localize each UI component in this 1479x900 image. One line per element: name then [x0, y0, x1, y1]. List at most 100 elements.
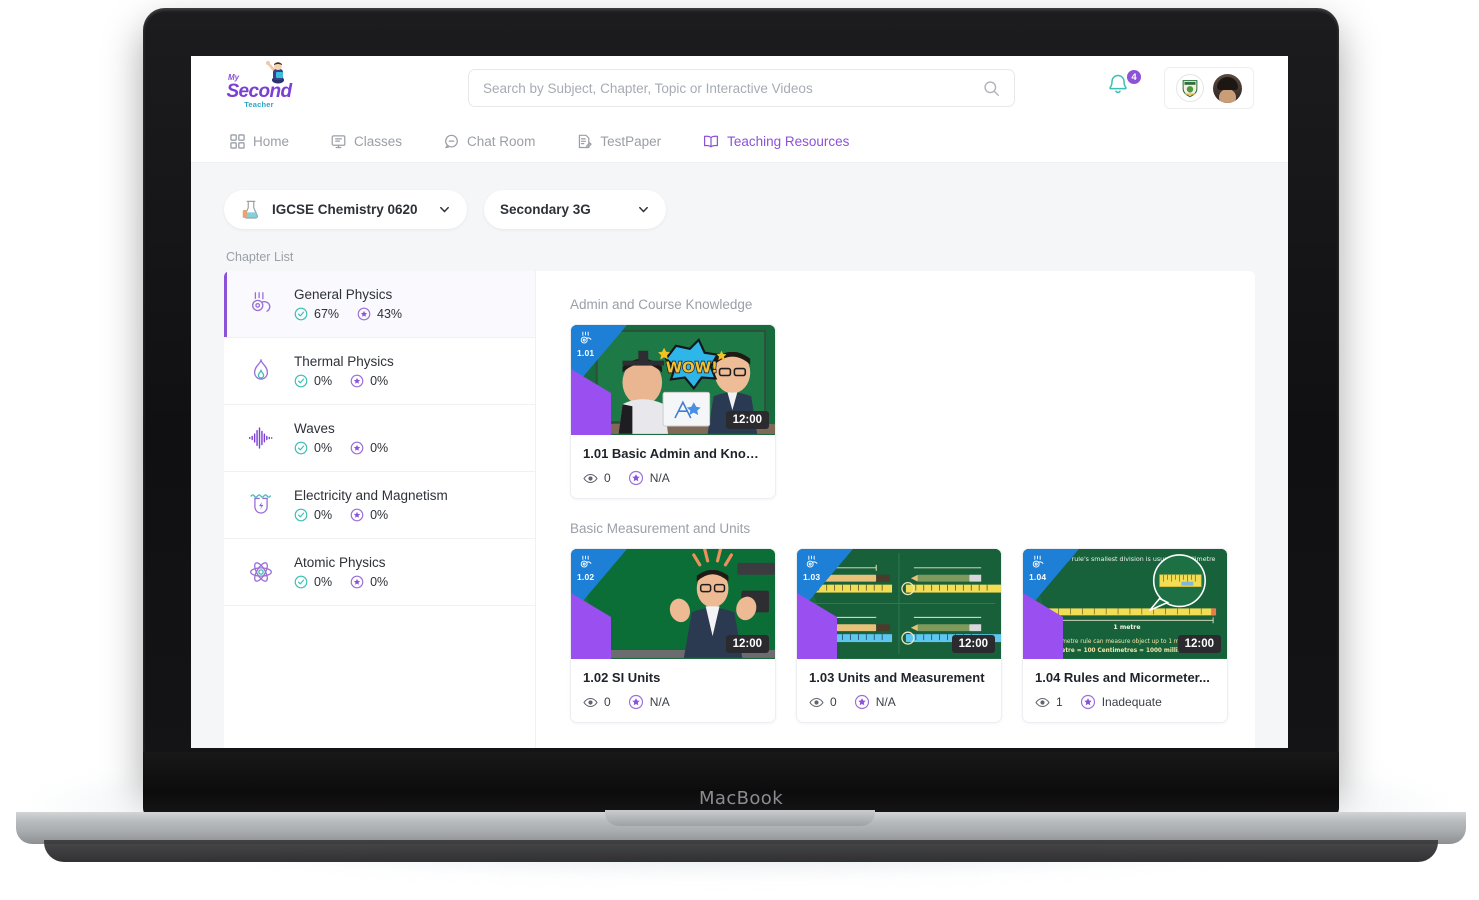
rating-stat: N/A — [628, 470, 670, 486]
thumb-badge-number: 1.02 — [577, 572, 594, 582]
sidebar-item-thermal-physics[interactable]: Thermal Physics 0% — [224, 338, 535, 405]
rating-value: 43% — [377, 307, 402, 321]
views-value: 0 — [830, 695, 837, 709]
check-circle-icon — [294, 508, 308, 522]
rating-stat: 0% — [350, 575, 388, 589]
chevron-down-icon[interactable] — [637, 203, 650, 216]
sidebar-item-general-physics[interactable]: General Physics 67% — [224, 271, 535, 338]
thumb-corner-purple — [1023, 593, 1063, 659]
group-title-admin: Admin and Course Knowledge — [570, 297, 1231, 312]
resources-panel: Admin and Course Knowledge — [535, 271, 1255, 748]
thumb-corner-purple — [797, 593, 837, 659]
card-info: 1.02 SI Units 0 — [571, 659, 775, 722]
chat-bubble-icon — [444, 134, 459, 149]
rating-value: 0% — [370, 575, 388, 589]
filter-row: IGCSE Chemistry 0620 Secondary 3G — [224, 163, 1255, 229]
logo-text-second: Second — [226, 82, 291, 101]
card-meta: 0 N/A — [809, 694, 989, 710]
logo-text-teacher: Teacher — [244, 101, 274, 109]
rating-value: N/A — [650, 471, 670, 485]
search-icon[interactable] — [983, 80, 1000, 97]
completion-value: 0% — [314, 441, 332, 455]
subject-selector[interactable]: IGCSE Chemistry 0620 — [224, 190, 467, 229]
card-info: 1.04 Rules and Micormeter... 1 — [1023, 659, 1227, 722]
views-value: 0 — [604, 471, 611, 485]
grade-selector[interactable]: Secondary 3G — [484, 190, 666, 229]
macbook-wordmark: MacBook — [143, 788, 1339, 809]
app-logo[interactable]: My Second Teacher — [224, 62, 294, 108]
video-card[interactable]: 1.03 12:00 1.03 Units and Measurement — [796, 548, 1002, 723]
book-open-icon — [703, 134, 719, 149]
completion-stat: 67% — [294, 307, 339, 321]
laptop-notch — [605, 810, 875, 826]
pendulum-icon — [244, 287, 278, 321]
profile-cluster[interactable] — [1164, 67, 1254, 109]
rating-value: Inadequate — [1102, 695, 1162, 709]
star-circle-icon — [357, 307, 371, 321]
teacher-mascot-icon — [264, 60, 290, 84]
nav-item-classes[interactable]: Classes — [325, 130, 408, 153]
chapter-name: Electricity and Magnetism — [294, 488, 448, 503]
video-thumbnail[interactable]: 1.03 12:00 — [797, 549, 1001, 659]
search-input[interactable] — [483, 81, 983, 96]
svg-text:WOW!: WOW! — [666, 359, 718, 377]
rating-stat: Inadequate — [1080, 694, 1162, 710]
star-circle-icon — [350, 374, 364, 388]
flame-icon — [244, 354, 278, 388]
nav-item-chat-room[interactable]: Chat Room — [438, 130, 541, 153]
school-crest-icon[interactable] — [1176, 74, 1204, 102]
eye-icon — [809, 695, 824, 710]
thumb-corner-purple — [571, 369, 611, 435]
top-bar: My Second Teacher 4 — [191, 56, 1288, 121]
star-circle-icon — [1080, 694, 1096, 710]
thumb-badge-number: 1.04 — [1029, 572, 1046, 582]
rating-stat: 43% — [357, 307, 402, 321]
chevron-down-icon[interactable] — [438, 203, 451, 216]
notifications-button[interactable]: 4 — [1107, 72, 1137, 104]
chapter-name: Atomic Physics — [294, 555, 388, 570]
views-stat: 0 — [583, 695, 611, 710]
nav-label-classes: Classes — [354, 134, 402, 149]
video-card[interactable]: A metre rule's smallest division is usua… — [1022, 548, 1228, 723]
video-thumbnail[interactable]: 1.02 12:00 — [571, 549, 775, 659]
rating-value: 0% — [370, 441, 388, 455]
star-circle-icon — [854, 694, 870, 710]
chapter-sidebar: General Physics 67% — [224, 271, 535, 748]
atom-icon — [244, 555, 278, 589]
eye-icon — [1035, 695, 1050, 710]
rating-value: N/A — [650, 695, 670, 709]
thumb-badge: 1.04 — [1029, 554, 1046, 582]
chapter-stats: 0% 0% — [294, 575, 388, 589]
check-circle-icon — [294, 441, 308, 455]
video-card[interactable]: WOW! — [570, 324, 776, 499]
card-info: 1.01 Basic Admin and Know... 0 — [571, 435, 775, 498]
page-body: IGCSE Chemistry 0620 Secondary 3G Chapte… — [191, 163, 1288, 748]
nav-item-testpaper[interactable]: TestPaper — [571, 130, 667, 153]
nav-item-home[interactable]: Home — [224, 130, 295, 153]
pendulum-icon — [577, 554, 594, 571]
pendulum-icon — [577, 330, 594, 347]
eye-icon — [583, 471, 598, 486]
video-card[interactable]: 1.02 12:00 1.02 SI Units — [570, 548, 776, 723]
school-crest-glyph — [1179, 77, 1201, 99]
video-thumbnail[interactable]: WOW! — [571, 325, 775, 435]
waveform-icon — [244, 421, 278, 455]
chapter-name: General Physics — [294, 287, 402, 302]
video-thumbnail[interactable]: A metre rule's smallest division is usua… — [1023, 549, 1227, 659]
completion-stat: 0% — [294, 575, 332, 589]
views-stat: 0 — [809, 695, 837, 710]
thumb-badge: 1.02 — [577, 554, 594, 582]
nav-item-teaching-resources[interactable]: Teaching Resources — [697, 130, 855, 153]
nav-label-teaching-resources: Teaching Resources — [727, 134, 849, 149]
browser-screen: My Second Teacher 4 — [191, 56, 1288, 748]
sidebar-item-atomic-physics[interactable]: Atomic Physics 0% — [224, 539, 535, 606]
search-bar[interactable] — [468, 69, 1015, 107]
completion-stat: 0% — [294, 508, 332, 522]
chapter-stats: 67% 43% — [294, 307, 402, 321]
sidebar-item-waves[interactable]: Waves 0% — [224, 405, 535, 472]
chapter-stats: 0% 0% — [294, 441, 388, 455]
user-avatar[interactable] — [1213, 74, 1242, 103]
grade-selector-label: Secondary 3G — [500, 202, 591, 217]
group-title-measurement: Basic Measurement and Units — [570, 521, 1231, 536]
sidebar-item-electricity-and-magnetism[interactable]: Electricity and Magnetism 0% — [224, 472, 535, 539]
